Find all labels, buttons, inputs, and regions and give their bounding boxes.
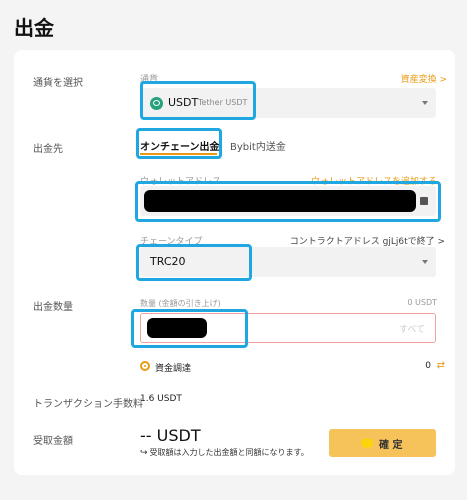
currency-symbol: USDT xyxy=(168,96,199,109)
fee-label: トランザクション手数料 xyxy=(33,399,143,410)
wallet-address-input[interactable] xyxy=(140,186,436,216)
funding-balance: 0 xyxy=(425,361,431,371)
transfer-icon[interactable]: ⇄ xyxy=(437,360,445,371)
withdraw-form-card: 通貨を選択 通貨 資産変換 > USDT Tether USDT 出金先 オンチ… xyxy=(14,50,455,475)
tab-onchain-withdraw[interactable]: オンチェーン出金 xyxy=(140,138,220,153)
address-book-icon[interactable] xyxy=(420,197,428,205)
funding-label: 資金調達 xyxy=(155,364,192,374)
asset-convert-link[interactable]: 資産変換 > xyxy=(401,72,447,85)
currency-sub-label: 通貨 xyxy=(140,75,159,85)
available-balance: 0 USDT xyxy=(407,298,437,307)
receive-note: ↪ 受取額は入力した出金額と同額になります。 xyxy=(140,447,309,458)
chain-type-value: TRC20 xyxy=(150,255,186,268)
info-arrow-icon: ↪ xyxy=(140,448,148,458)
receive-amount-label: 受取金額 xyxy=(33,436,73,447)
redacted-amount xyxy=(147,318,207,338)
page-title: 出金 xyxy=(14,16,54,40)
chevron-down-icon xyxy=(422,260,428,264)
currency-section-label: 通貨を選択 xyxy=(33,78,83,89)
chevron-down-icon xyxy=(422,101,428,105)
amount-section-label: 出金数量 xyxy=(33,302,73,313)
chain-type-select[interactable]: TRC20 xyxy=(140,247,436,277)
chain-type-label: チェーンタイプ xyxy=(140,237,203,247)
active-tab-indicator xyxy=(140,153,217,155)
fee-value: 1.6 USDT xyxy=(140,394,182,404)
amount-input[interactable]: すべて xyxy=(140,313,436,343)
redacted-address xyxy=(144,190,416,212)
funding-radio[interactable] xyxy=(140,361,150,371)
confirm-button-label: 確 定 xyxy=(379,440,403,451)
tab-bybit-internal-transfer[interactable]: Bybit内送金 xyxy=(230,138,286,153)
confirm-button[interactable]: 確 定 xyxy=(329,429,436,457)
receive-amount-value: -- USDT xyxy=(140,426,201,445)
destination-section-label: 出金先 xyxy=(33,144,63,155)
max-amount-button[interactable]: すべて xyxy=(399,322,425,335)
currency-full-name: Tether USDT xyxy=(198,98,248,107)
contract-address-info[interactable]: コントラクトアドレス gjLj6tで終了 > xyxy=(290,234,445,247)
tether-icon xyxy=(150,97,163,110)
coin-icon xyxy=(361,438,373,448)
amount-sub-label: 数量 (金額の引き上げ) xyxy=(140,299,221,308)
currency-select[interactable]: USDT Tether USDT xyxy=(140,88,436,118)
receive-note-text: 受取額は入力した出金額と同額になります。 xyxy=(149,448,309,457)
